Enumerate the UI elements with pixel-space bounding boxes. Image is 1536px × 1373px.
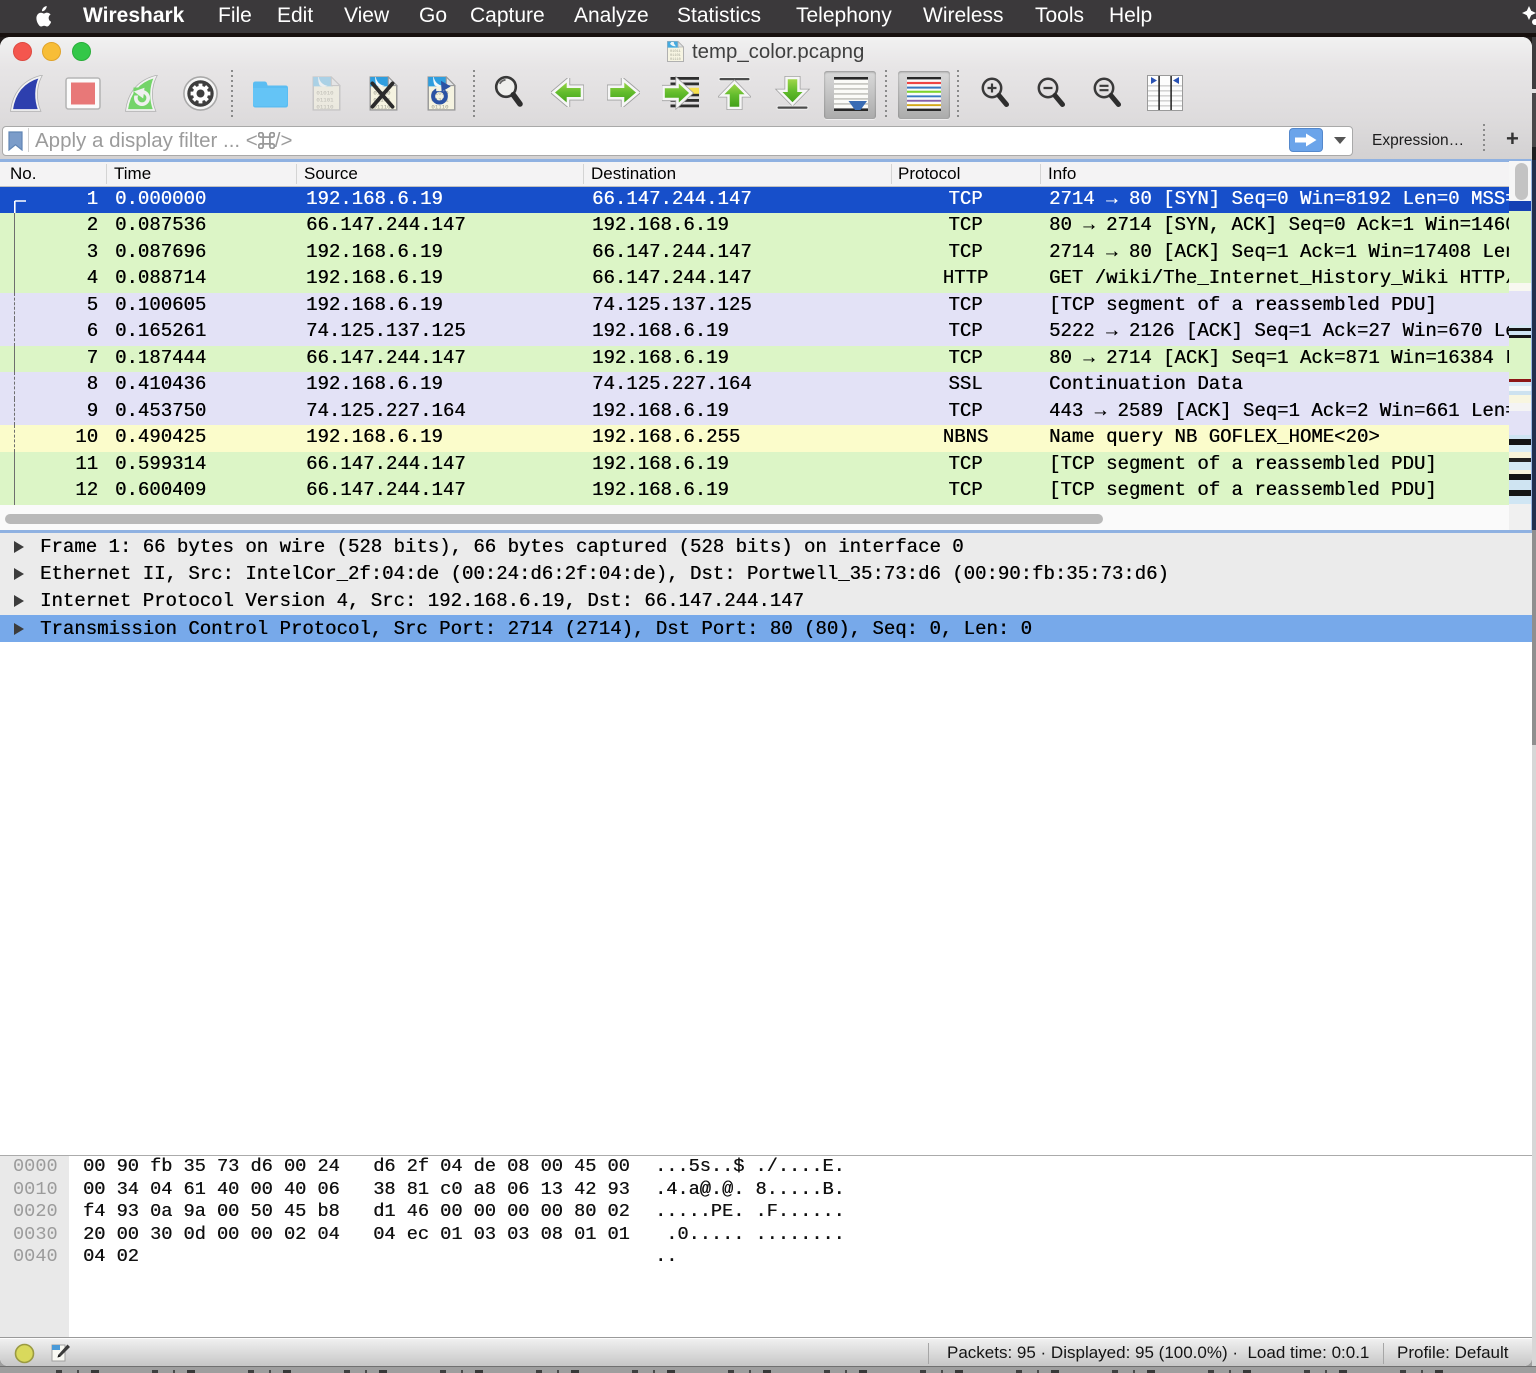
svg-text:01110: 01110 bbox=[316, 103, 334, 110]
svg-text:01110: 01110 bbox=[670, 58, 681, 62]
